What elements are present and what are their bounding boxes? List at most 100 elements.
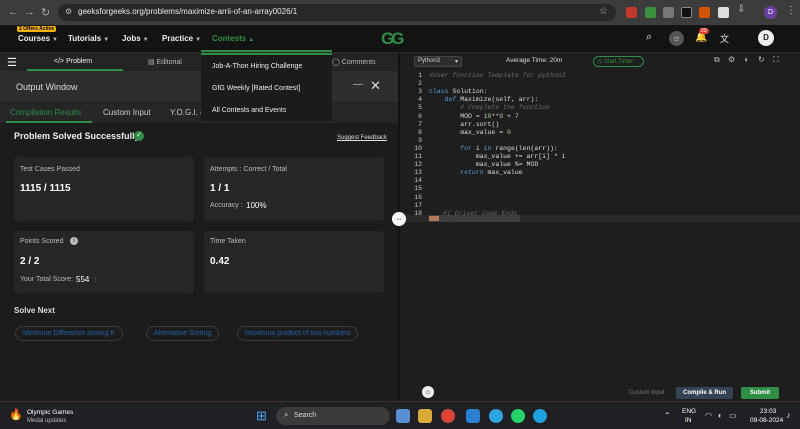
total-score-value: 554: [76, 275, 90, 284]
compile-run-button[interactable]: Compile & Run: [676, 387, 733, 399]
resize-handle-icon[interactable]: ⇔: [392, 212, 406, 226]
nav-practice[interactable]: Practice ▼: [162, 34, 201, 43]
dropdown-item-gfg-weekly[interactable]: GfG Weekly [Rated Contest]: [212, 85, 300, 92]
theme-icon[interactable]: ◑: [743, 55, 748, 64]
downloads-icon[interactable]: ⇩: [737, 4, 745, 15]
nav-courses[interactable]: Courses ▼: [18, 34, 58, 43]
tab-compilation-results[interactable]: Compilation Results: [10, 108, 81, 117]
bookmark-star-icon[interactable]: ☆: [599, 6, 608, 17]
reset-icon[interactable]: ↻: [758, 55, 765, 64]
copy-icon[interactable]: ⧉: [714, 55, 720, 65]
suggest-feedback-link[interactable]: Suggest Feedback: [337, 135, 387, 141]
volume-icon[interactable]: ◖: [717, 411, 722, 420]
extension-icon[interactable]: [699, 7, 710, 18]
weather-widget-icon[interactable]: 🔥: [9, 408, 23, 421]
time-taken-card: Time Taken 0.42: [204, 231, 384, 293]
edge-icon[interactable]: [533, 409, 547, 423]
output-header: Output Window — ✕: [0, 71, 398, 102]
back-icon[interactable]: ←: [8, 6, 19, 18]
nav-label: Contests: [212, 34, 247, 43]
suggestion-pill[interactable]: Alternative Sorting: [146, 326, 220, 341]
wifi-icon[interactable]: ◠: [705, 411, 712, 420]
user-avatar[interactable]: D: [758, 30, 774, 46]
minimize-icon[interactable]: —: [353, 79, 363, 90]
theme-toggle-icon[interactable]: ☼: [669, 31, 684, 46]
profile-avatar[interactable]: D: [764, 6, 777, 19]
tab-editorial[interactable]: ▤ Editorial: [148, 58, 182, 66]
attempts-value: 1 / 1: [210, 183, 230, 194]
windows-start-icon[interactable]: ⊞: [256, 408, 267, 424]
attempts-card: Attempts : Correct / Total 1 / 1 Accurac…: [204, 157, 384, 221]
line-number: 17: [414, 201, 422, 209]
gfg-logo[interactable]: GG: [381, 29, 405, 49]
translate-icon[interactable]: 文: [720, 32, 729, 45]
widget-title[interactable]: Olympic Games: [27, 409, 73, 416]
attempts-label: Attempts : Correct / Total: [210, 166, 287, 173]
chevron-down-icon: ▾: [454, 59, 458, 65]
extensions-puzzle-icon[interactable]: [718, 7, 729, 18]
language-label: Python3: [418, 58, 441, 64]
hamburger-icon[interactable]: ☰: [7, 56, 17, 69]
line-number: 12: [414, 161, 422, 169]
nav-jobs[interactable]: Jobs ▼: [122, 34, 149, 43]
vscode-icon[interactable]: [466, 409, 480, 423]
custom-input-button[interactable]: Custom Input: [629, 390, 665, 396]
whatsapp-icon[interactable]: [511, 409, 525, 423]
extension-icon[interactable]: [626, 7, 637, 18]
extension-icon[interactable]: [663, 7, 674, 18]
clock-icon: ◷: [597, 59, 604, 65]
output-window: Output Window — ✕ Compilation Results Cu…: [0, 71, 398, 400]
suggestion-pill[interactable]: Maximum product of two numbers: [237, 326, 359, 341]
info-icon[interactable]: i: [70, 237, 78, 245]
test-cases-value: 1115 / 1115: [20, 183, 71, 194]
settings-icon[interactable]: ⚙: [728, 55, 735, 64]
offers-badge: 2 Offers Active: [17, 26, 57, 32]
extension-icon[interactable]: [645, 7, 656, 18]
time-taken-label: Time Taken: [210, 238, 246, 245]
forward-icon[interactable]: →: [24, 6, 35, 18]
code-line: arr.sort(): [460, 120, 500, 128]
copilot-icon[interactable]: [396, 409, 410, 423]
language-indicator[interactable]: ENG: [682, 408, 696, 415]
check-icon: ✓: [134, 131, 144, 141]
nav-tutorials[interactable]: Tutorials ▼: [68, 34, 109, 43]
telegram-icon[interactable]: [489, 409, 503, 423]
file-explorer-icon[interactable]: [418, 409, 432, 423]
fullscreen-icon[interactable]: ⛶: [773, 55, 779, 65]
battery-icon[interactable]: ▭: [729, 411, 737, 420]
code-line: def Maximize(self, arr):: [444, 96, 539, 104]
fold-marker[interactable]: [429, 216, 439, 221]
code-line: class Solution:: [429, 88, 488, 96]
tab-problem[interactable]: </> Problem: [54, 58, 92, 65]
language-select[interactable]: Python3 ▾: [414, 56, 462, 67]
clock-time[interactable]: 23:03: [760, 408, 776, 415]
notification-bell-icon[interactable]: ♪: [786, 410, 791, 420]
menu-icon[interactable]: ⋮: [786, 5, 796, 16]
close-icon[interactable]: ✕: [370, 78, 381, 94]
site-info-icon[interactable]: ⚙: [65, 7, 72, 16]
nav-label: Jobs: [122, 34, 141, 43]
tab-underline: [6, 121, 92, 123]
reload-icon[interactable]: ↻: [41, 6, 50, 19]
submit-button[interactable]: Submit: [741, 387, 779, 399]
timer-label: Start Timer: [603, 59, 634, 65]
bulb-icon[interactable]: ☼: [422, 386, 434, 398]
chrome-icon[interactable]: [441, 409, 455, 423]
tab-comments[interactable]: ◯ Comments: [332, 58, 376, 66]
chevron-up-icon[interactable]: ⌃: [664, 411, 671, 420]
address-bar[interactable]: ⚙ geeksforgeeks.org/problems/maximize-ar…: [58, 4, 616, 21]
dropdown-item-jobathon[interactable]: Job-A-Thon Hiring Challenge: [212, 63, 302, 70]
start-timer-button[interactable]: ◷ Start Timer: [593, 56, 644, 67]
tab-custom-input[interactable]: Custom Input: [103, 108, 151, 117]
search-box[interactable]: ⌕ Search: [276, 407, 390, 425]
time-taken-value: 0.42: [210, 256, 230, 267]
suggestion-pill[interactable]: Minimum Difference among K: [15, 326, 124, 341]
notification-count: 23: [699, 28, 709, 34]
dropdown-item-all-contests[interactable]: All Contests and Events: [212, 107, 286, 114]
search-icon[interactable]: ⌕: [646, 31, 652, 44]
points-card: Points Scored i 2 / 2 Your Total Score: …: [14, 231, 194, 293]
extension-icon[interactable]: [681, 7, 692, 18]
line-number: 5: [418, 104, 422, 112]
code-editor[interactable]: #User function Template for python3 class…: [426, 69, 800, 385]
nav-contests[interactable]: Contests ▲: [212, 34, 254, 43]
